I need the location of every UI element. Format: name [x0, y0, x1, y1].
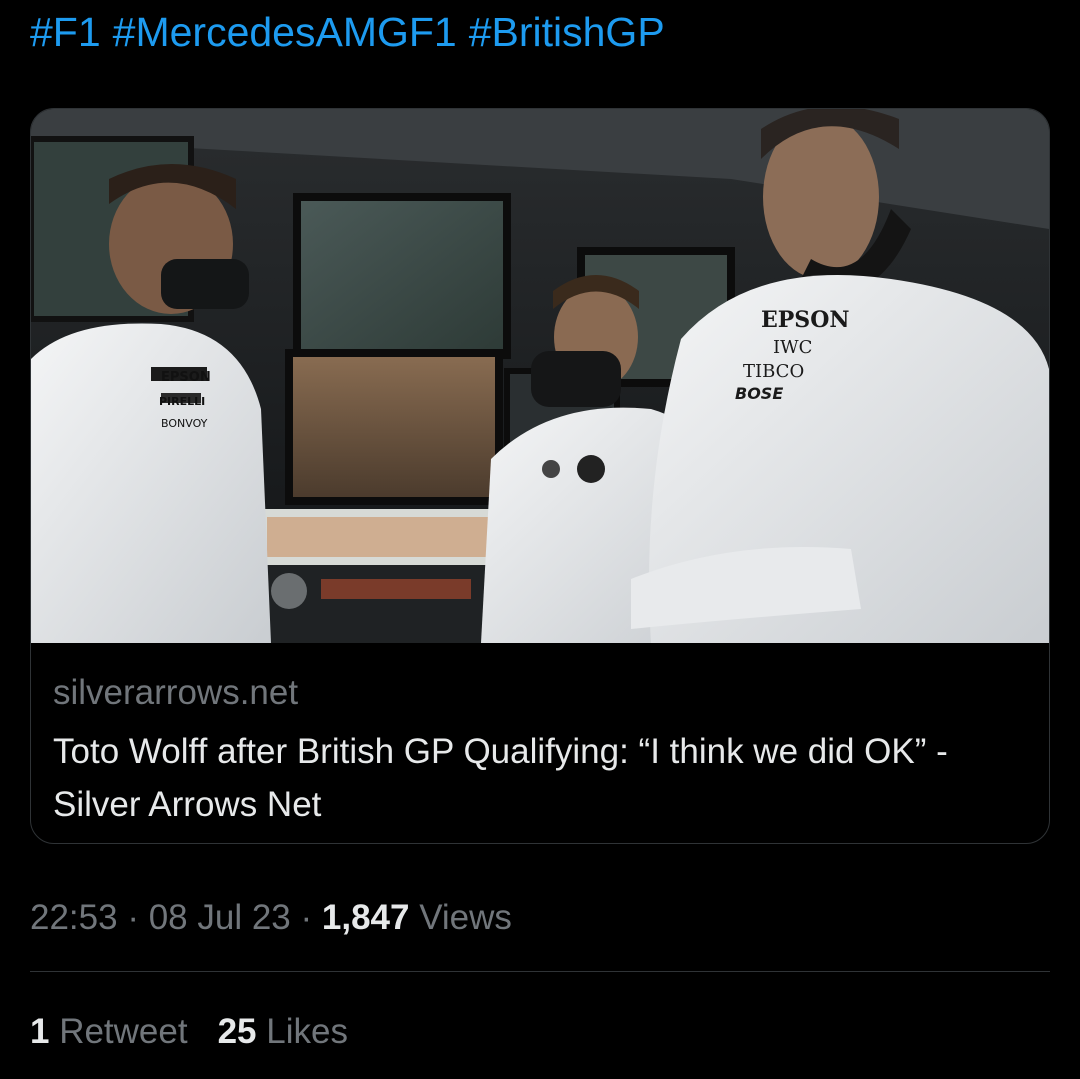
separator-dot: ·: [117, 898, 149, 937]
tweet-date[interactable]: 08 Jul 23: [149, 898, 291, 937]
link-preview-meta: silverarrows.net Toto Wolff after Britis…: [53, 671, 1027, 831]
retweets-count: 1: [30, 1012, 50, 1051]
sponsor-text: EPSON: [161, 370, 211, 385]
hashtag-f1[interactable]: #F1: [30, 9, 101, 55]
divider: [30, 971, 1050, 972]
link-title: Toto Wolff after British GP Qualifying: …: [53, 732, 948, 824]
pit-wall-photo: EPSON IWC TIBCO BOSE EPSON PIRELLI BONVO…: [31, 109, 1049, 643]
link-preview-image[interactable]: EPSON IWC TIBCO BOSE EPSON PIRELLI BONVO…: [31, 109, 1049, 643]
separator-dot: ·: [290, 898, 322, 937]
likes-count: 25: [217, 1012, 257, 1051]
likes-stat[interactable]: 25 Likes: [218, 1012, 348, 1051]
sponsor-text: BOSE: [735, 384, 783, 403]
sponsor-text: PIRELLI: [159, 395, 205, 408]
sponsor-text: EPSON: [761, 307, 849, 333]
retweets-stat[interactable]: 1 Retweet: [30, 1012, 188, 1051]
link-preview-card[interactable]: EPSON IWC TIBCO BOSE EPSON PIRELLI BONVO…: [30, 108, 1050, 844]
hashtag-mercedesamgf1[interactable]: #MercedesAMGF1: [113, 9, 457, 55]
tweet-metadata: 22:53 · 08 Jul 23 · 1,847 Views: [30, 894, 512, 942]
views-label: Views: [409, 898, 512, 937]
views-count: 1,847: [321, 898, 410, 937]
tweet-hashtags: #F1 #MercedesAMGF1 #BritishGP: [30, 6, 665, 58]
sponsor-text: BONVOY: [161, 417, 208, 430]
sponsor-text: TIBCO: [743, 361, 804, 382]
link-domain: silverarrows.net: [53, 673, 299, 712]
tweet-stats: 1 Retweet 25 Likes: [30, 1008, 348, 1056]
hashtag-britishgp[interactable]: #BritishGP: [469, 9, 665, 55]
likes-label: Likes: [256, 1012, 348, 1051]
sponsor-text: IWC: [773, 337, 812, 358]
retweets-label: Retweet: [49, 1012, 188, 1051]
tweet-time[interactable]: 22:53: [30, 898, 118, 937]
